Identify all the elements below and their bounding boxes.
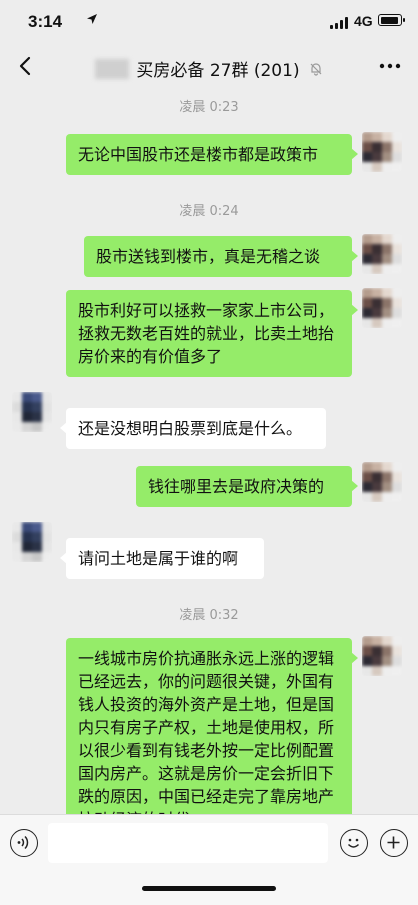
voice-input-icon[interactable] (10, 829, 38, 857)
home-indicator (142, 886, 276, 891)
back-chevron-icon[interactable] (14, 54, 38, 78)
avatar-sender[interactable] (362, 462, 402, 502)
message-bubble-sent[interactable]: 一线城市房价抗通胀永远上涨的逻辑已经远去，你的问题很关键，外国有钱人投资的海外资… (66, 638, 358, 814)
more-options-icon[interactable] (378, 56, 402, 76)
chat-title: 买房必备 27群 (201) (136, 61, 300, 81)
avatar-other-member[interactable] (12, 392, 52, 432)
message-bubble-received[interactable]: 请问土地是属于谁的啊 (60, 538, 264, 579)
status-time: 3:14 (28, 12, 63, 31)
avatar-sender[interactable] (362, 288, 402, 328)
timestamp: 凌晨 0:32 (179, 608, 239, 623)
avatar-sender[interactable] (362, 132, 402, 172)
signal-icon (330, 17, 350, 29)
message-bubble-sent[interactable]: 股市利好可以拯救一家家上市公司，拯救无数老百姓的就业，比卖土地抬房价来的有价值多… (66, 290, 358, 377)
location-arrow-icon (87, 14, 97, 24)
plus-more-icon[interactable] (380, 829, 408, 857)
message-bubble-sent[interactable]: 钱往哪里去是政府决策的 (136, 466, 358, 507)
avatar-sender[interactable] (362, 636, 402, 676)
message-input-bar (0, 814, 418, 905)
avatar-sender[interactable] (362, 234, 402, 274)
chat-title-wrap: 买房必备 27群 (201) (90, 56, 328, 81)
chat-message-list[interactable]: 凌晨 0:23 无论中国股市还是楼市都是政策市 凌晨 0:24 股市送钱到楼市，… (0, 92, 418, 814)
mute-bell-icon (310, 62, 322, 76)
avatar-other-member[interactable] (12, 522, 52, 562)
message-text-input[interactable] (48, 823, 328, 863)
blurred-title-prefix (95, 58, 130, 79)
message-bubble-sent[interactable]: 股市送钱到楼市，真是无稽之谈 (84, 236, 358, 277)
message-bubble-sent[interactable]: 无论中国股市还是楼市都是政策市 (66, 134, 358, 175)
message-bubble-received[interactable]: 还是没想明白股票到底是什么。 (60, 408, 326, 449)
battery-icon (378, 14, 405, 26)
timestamp: 凌晨 0:24 (179, 204, 239, 219)
network-type: 4G (354, 13, 373, 29)
timestamp: 凌晨 0:23 (179, 100, 239, 115)
chat-header: 买房必备 27群 (201) (0, 44, 418, 90)
emoji-icon[interactable] (340, 829, 368, 857)
status-bar: 3:14 4G (0, 0, 418, 44)
